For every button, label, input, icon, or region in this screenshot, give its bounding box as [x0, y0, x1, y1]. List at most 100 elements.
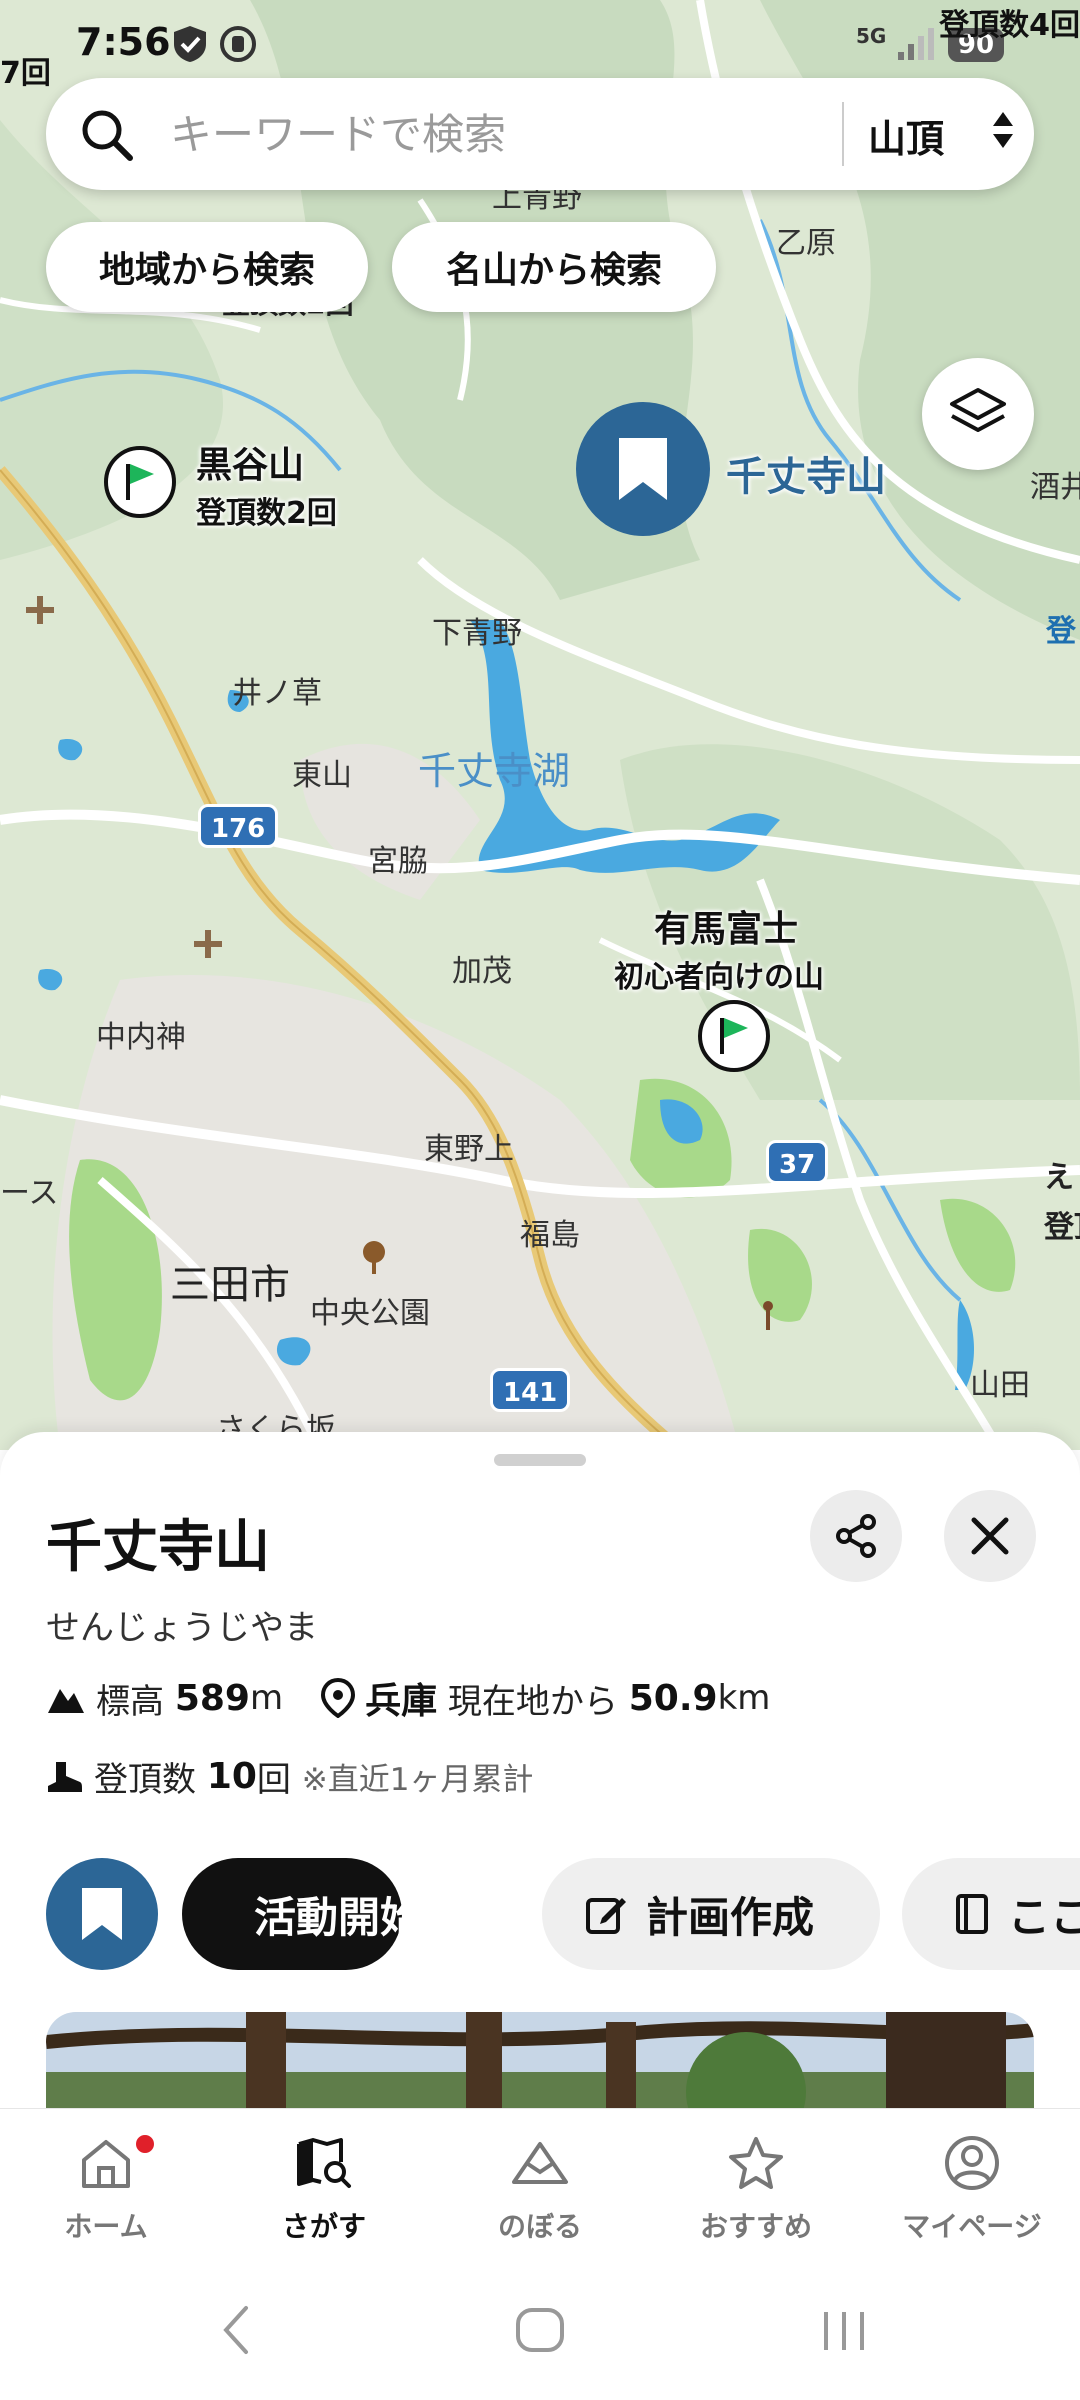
golf-icon	[763, 1301, 773, 1330]
mountain-elevation-icon	[48, 1689, 84, 1713]
search-input[interactable]	[170, 100, 870, 168]
shrine-icon	[194, 930, 222, 958]
search-bar: 山頂	[46, 78, 1034, 190]
map-label-sakai: 酒井	[1030, 470, 1080, 505]
map-label-edge-3: え	[1044, 1160, 1074, 1195]
map-label-edge-2: 登頂	[1044, 1210, 1080, 1245]
sort-updown-icon[interactable]	[990, 108, 1016, 152]
map-label-kamo: 加茂	[452, 954, 512, 989]
peak-name-arimafuji: 有馬富士	[654, 909, 799, 950]
search-divider	[842, 102, 844, 166]
system-navigation-bar	[0, 2268, 1080, 2400]
nav-climb-label: のぼる	[497, 2210, 582, 2243]
create-plan-button[interactable]: 計画作成	[542, 1858, 880, 1970]
map-label-central-park: 中央公園	[310, 1296, 430, 1331]
peak-sub-arimafuji: 初心者向けの山	[614, 960, 824, 995]
summits-unit: 回	[256, 1760, 291, 1800]
flag-icon	[720, 1018, 748, 1054]
map-label-shimoaono: 下青野	[432, 616, 522, 651]
create-plan-label: 計画作成	[646, 1892, 815, 1942]
back-icon[interactable]	[216, 2300, 256, 2360]
edit-plan-icon	[586, 1898, 626, 1934]
start-activity-button[interactable]: 活動開始	[182, 1858, 422, 1970]
map-view[interactable]: 上青野 乙原 酒井 下青野 井ノ草 東山 千丈寺湖 宮脇 加茂 中内神 東野上 …	[0, 0, 1080, 1450]
mountain-info-row: 標高 589 m 兵庫 現在地から 50.9 km	[46, 1672, 770, 1724]
map-label-yamada: 山田	[970, 1368, 1030, 1403]
selected-peak-pin[interactable]	[576, 402, 710, 536]
summits-row: 登頂数 10 回 ※直近1ヶ月累計	[46, 1752, 533, 1801]
shrine-icon	[26, 596, 54, 624]
share-button[interactable]	[810, 1490, 902, 1582]
summits-note: ※直近1ヶ月累計	[301, 1762, 534, 1798]
summits-value: 10	[206, 1756, 257, 1797]
layers-button[interactable]	[922, 358, 1034, 470]
nav-climb[interactable]: のぼる	[450, 2133, 630, 2245]
route-shield-176: 176	[198, 804, 279, 848]
bottom-navigation: ホーム さがす のぼる おすすめ マイページ	[0, 2108, 1080, 2268]
home-icon	[82, 2140, 130, 2188]
here-button[interactable]: ここ	[902, 1858, 1080, 1970]
chip-search-by-famous-mountain[interactable]: 名山から検索	[392, 222, 716, 312]
map-label-miyawaki: 宮脇	[368, 844, 428, 879]
search-type-select[interactable]: 山頂	[868, 108, 944, 163]
elevation-unit: m	[249, 1678, 284, 1718]
status-left-cut-label: 7回	[0, 56, 51, 91]
bookmark-icon	[619, 438, 667, 500]
nav-recommend[interactable]: おすすめ	[666, 2133, 846, 2245]
map-search-icon	[297, 2138, 351, 2188]
selected-peak-name: 千丈寺山	[726, 454, 886, 500]
home-circle-icon[interactable]	[512, 2300, 568, 2360]
close-button[interactable]	[944, 1490, 1036, 1582]
map-label-course: ース	[0, 1176, 59, 1211]
here-label: ここ	[1008, 1892, 1080, 1942]
distance-value: 50.9	[628, 1677, 718, 1719]
location-pin-icon	[321, 1678, 356, 1718]
peak-pin-arimafuji[interactable]	[698, 1000, 770, 1072]
mountain-icon	[512, 2142, 568, 2184]
nav-search[interactable]: さがす	[234, 2133, 414, 2245]
nav-mypage[interactable]: マイページ	[882, 2133, 1062, 2245]
summits-label: 登頂数	[94, 1760, 196, 1800]
network-label: 5G	[856, 24, 887, 48]
star-icon	[729, 2137, 783, 2189]
distance-unit: km	[717, 1678, 771, 1718]
nav-home-label: ホーム	[64, 2210, 148, 2243]
map-label-otohara: 乙原	[776, 226, 836, 261]
nav-recommend-label: おすすめ	[699, 2210, 812, 2243]
map-label-lake: 千丈寺湖	[418, 749, 571, 793]
mountain-detail-sheet: 千丈寺山 せんじょうじやま 標高 589 m 兵庫 現在地から 50.9 km …	[0, 1432, 1080, 2132]
bookmark-button[interactable]	[46, 1858, 158, 1970]
elevation-value: 589	[174, 1677, 250, 1719]
notification-badge	[134, 2133, 156, 2155]
sheet-drag-handle[interactable]	[494, 1454, 586, 1466]
share-icon	[836, 1514, 876, 1558]
route-shield-141: 141	[490, 1368, 571, 1412]
chip-search-by-region[interactable]: 地域から検索	[46, 222, 368, 312]
map-label-inokusa: 井ノ草	[232, 676, 322, 711]
search-icon[interactable]	[80, 108, 134, 162]
nav-mypage-label: マイページ	[902, 2210, 1042, 2243]
map-label-sanda: 三田市	[170, 1262, 290, 1308]
peak-pin-kurotani[interactable]	[104, 446, 176, 518]
action-row: 活動開始 計画作成 ここ	[46, 1856, 1080, 1972]
shield-check-icon	[174, 26, 206, 62]
boot-icon	[48, 1761, 82, 1792]
map-label-fukushima: 福島	[520, 1218, 580, 1253]
route-shield-37: 37	[766, 1140, 829, 1184]
book-icon	[956, 1894, 988, 1934]
recents-icon[interactable]	[816, 2300, 872, 2360]
peak-sub-kurotani: 登頂数2回	[196, 496, 337, 531]
map-label-edge-1: 登	[1046, 614, 1076, 649]
screen: 上青野 乙原 酒井 下青野 井ノ草 東山 千丈寺湖 宮脇 加茂 中内神 東野上 …	[0, 0, 1080, 2400]
layers-icon	[950, 388, 1006, 432]
flag-icon	[126, 464, 154, 500]
distance-label: 現在地から	[447, 1681, 618, 1722]
status-right-cut-label: 登頂数4回	[939, 8, 1080, 43]
map-label-higashiyama: 東山	[292, 758, 352, 793]
map-label-higashinokami: 東野上	[424, 1132, 514, 1167]
status-time: 7:56	[76, 20, 171, 64]
nav-home[interactable]: ホーム	[16, 2133, 196, 2245]
elevation-label: 標高	[96, 1681, 164, 1722]
peak-name-kurotani: 黒谷山	[196, 445, 305, 486]
status-bar: 7:56 7回 5G 90 登頂数4回	[0, 0, 1080, 91]
